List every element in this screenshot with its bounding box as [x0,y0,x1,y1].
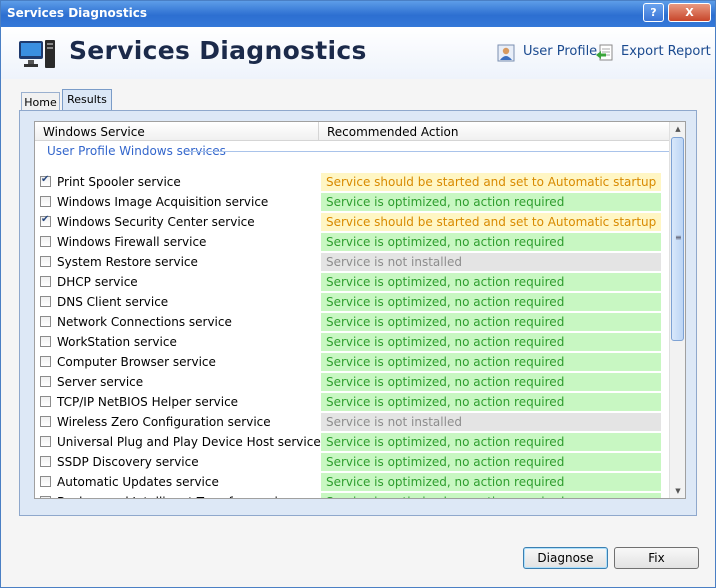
recommended-action: Service is optimized, no action required [321,233,661,251]
table-row[interactable]: Network Connections service Service is op… [35,312,669,332]
service-name: SSDP Discovery service [57,455,199,469]
service-name: DNS Client service [57,295,169,309]
table-row[interactable]: Windows Firewall service Service is optim… [35,232,669,252]
service-name: WorkStation service [57,335,177,349]
recommended-action: Service is not installed [321,413,661,431]
row-checkbox[interactable] [40,236,51,247]
tab-results[interactable]: Results [62,89,112,112]
results-panel: Windows Service Recommended Action User … [19,110,697,516]
recommended-action: Service is optimized, no action required [321,393,661,411]
row-checkbox[interactable] [40,436,51,447]
row-checkbox[interactable] [40,476,51,487]
scroll-grip-icon: ≡ [675,233,682,242]
table-row[interactable]: DNS Client service Service is optimized, … [35,292,669,312]
row-checkbox[interactable] [40,214,51,227]
row-checkbox[interactable] [40,456,51,467]
table-row[interactable]: Automatic Updates service Service is opti… [35,472,669,492]
recommended-action: Service is not installed [321,253,661,271]
service-name: Windows Security Center service [57,215,255,229]
recommended-action: Service should be started and set to Aut… [321,173,661,191]
fix-button[interactable]: Fix [614,547,699,569]
recommended-action: Service should be started and set to Aut… [321,213,661,231]
service-name: Print Spooler service [57,175,181,189]
scroll-thumb[interactable]: ≡ [671,137,684,341]
service-name: Network Connections service [57,315,232,329]
export-report-link[interactable]: Export Report [595,44,711,62]
row-checkbox[interactable] [40,256,51,267]
table-row[interactable]: System Restore service Service is not ins… [35,252,669,272]
column-header-action[interactable]: Recommended Action [319,122,669,141]
scroll-up-arrow-icon[interactable]: ▲ [670,122,685,136]
row-checkbox[interactable] [40,416,51,427]
service-name: Background Intelligent Transfer service [57,495,292,498]
service-name: TCP/IP NetBIOS Helper service [57,395,239,409]
table-row[interactable]: WorkStation service Service is optimized,… [35,332,669,352]
row-checkbox[interactable] [40,174,51,187]
vertical-scrollbar[interactable]: ▲ ≡ ▼ [669,122,685,498]
tab-home[interactable]: Home [21,92,60,112]
service-name: Windows Image Acquisition service [57,195,269,209]
table-row[interactable]: TCP/IP NetBIOS Helper service Service is … [35,392,669,412]
table-row[interactable]: Server service Service is optimized, no a… [35,372,669,392]
user-profile-label: User Profile [523,44,598,59]
recommended-action: Service is optimized, no action required [321,453,661,471]
recommended-action: Service is optimized, no action required [321,193,661,211]
export-report-label: Export Report [621,44,711,59]
recommended-action: Service is optimized, no action required [321,493,661,498]
export-report-icon [596,44,613,61]
scroll-down-arrow-icon[interactable]: ▼ [670,484,685,498]
row-checkbox[interactable] [40,376,51,387]
table-row[interactable]: Wireless Zero Configuration service Servi… [35,412,669,432]
service-name: Computer Browser service [57,355,216,369]
help-button[interactable]: ? [643,3,664,22]
row-checkbox[interactable] [40,496,51,498]
title-bar[interactable]: Services Diagnostics ? X [1,1,715,27]
table-row[interactable]: Universal Plug and Play Device Host serv… [35,432,669,452]
service-name: Windows Firewall service [57,235,207,249]
service-name: System Restore service [57,255,198,269]
recommended-action: Service is optimized, no action required [321,273,661,291]
row-checkbox[interactable] [40,196,51,207]
group-divider [189,151,673,152]
computer-icon [19,40,55,68]
row-checkbox[interactable] [40,356,51,367]
table-row[interactable]: SSDP Discovery service Service is optimiz… [35,452,669,472]
recommended-action: Service is optimized, no action required [321,333,661,351]
service-name: Automatic Updates service [57,475,219,489]
column-header-service[interactable]: Windows Service [35,122,319,141]
table-row[interactable]: Background Intelligent Transfer service S… [35,492,669,498]
row-checkbox[interactable] [40,316,51,327]
row-checkbox[interactable] [40,276,51,287]
table-row[interactable]: Windows Security Center service Service s… [35,212,669,232]
service-name: DHCP service [57,275,138,289]
row-checkbox[interactable] [40,396,51,407]
row-checkbox[interactable] [40,336,51,347]
row-checkbox[interactable] [40,296,51,307]
table-row[interactable]: Print Spooler service Service should be s… [35,172,669,192]
recommended-action: Service is optimized, no action required [321,473,661,491]
window-title: Services Diagnostics [7,6,148,20]
recommended-action: Service is optimized, no action required [321,313,661,331]
app-title: Services Diagnostics [69,36,367,65]
header: Services Diagnostics User Profile Export… [1,27,715,79]
diagnose-button[interactable]: Diagnose [523,547,608,569]
table-row[interactable]: Computer Browser service Service is optim… [35,352,669,372]
services-list[interactable]: Windows Service Recommended Action User … [34,121,686,499]
close-button[interactable]: X [668,3,711,22]
service-name: Wireless Zero Configuration service [57,415,271,429]
table-row[interactable]: Windows Image Acquisition service Service… [35,192,669,212]
recommended-action: Service is optimized, no action required [321,353,661,371]
user-profile-icon [497,44,515,62]
app-window: Services Diagnostics ? X Services Diagno… [0,0,716,588]
recommended-action: Service is optimized, no action required [321,373,661,391]
recommended-action: Service is optimized, no action required [321,433,661,451]
service-name: Server service [57,375,144,389]
recommended-action: Service is optimized, no action required [321,293,661,311]
service-name: Universal Plug and Play Device Host serv… [57,435,321,449]
table-row[interactable]: DHCP service Service is optimized, no act… [35,272,669,292]
user-profile-link[interactable]: User Profile [497,44,597,62]
